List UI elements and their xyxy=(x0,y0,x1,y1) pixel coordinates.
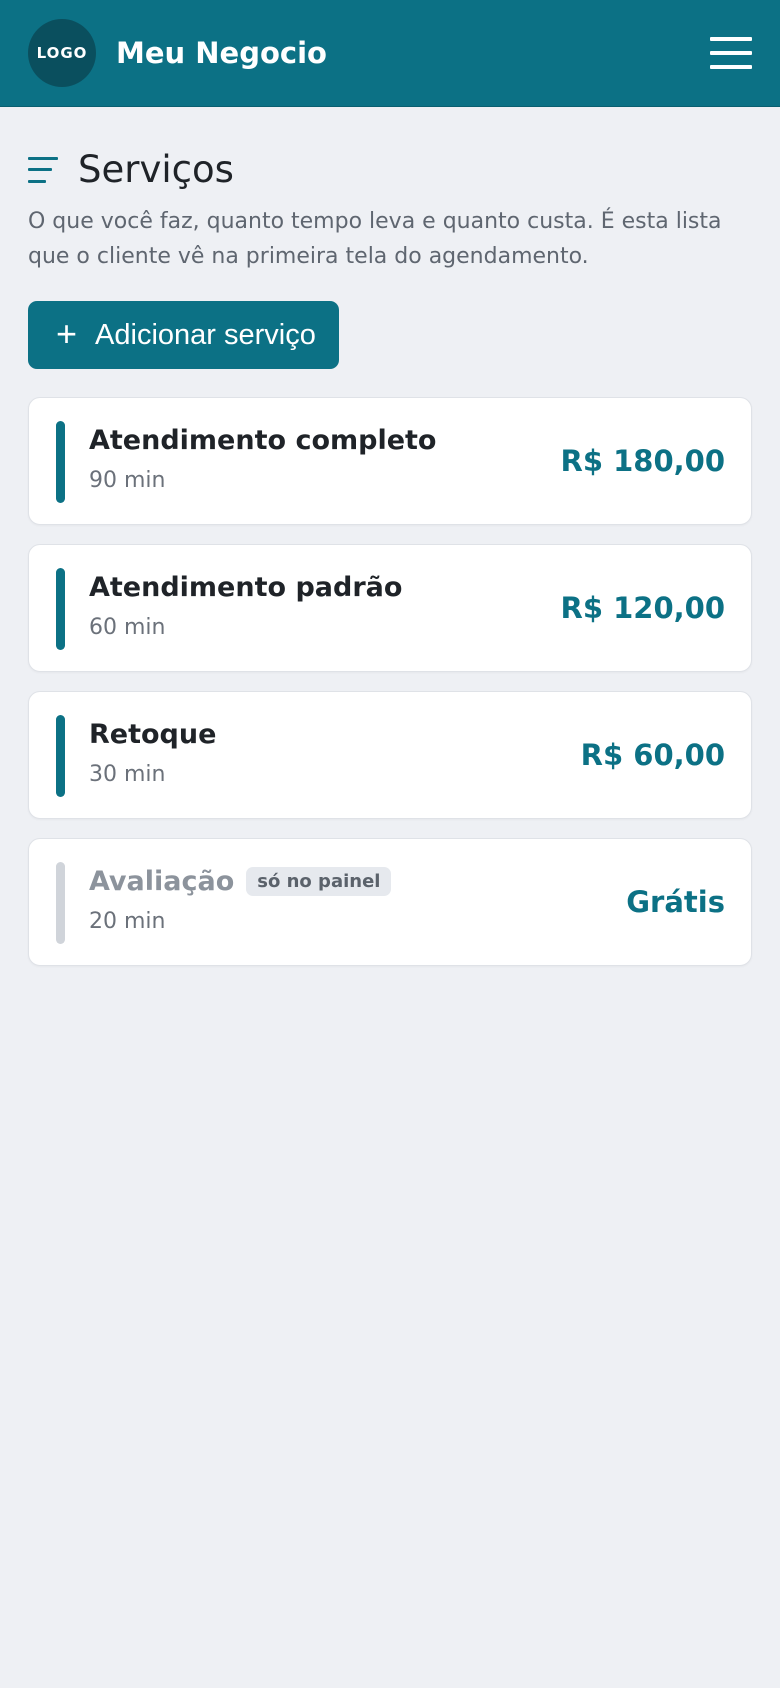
add-service-label: Adicionar serviço xyxy=(95,318,316,351)
services-list: Atendimento completo 90 min R$ 180,00 At… xyxy=(28,397,752,985)
app-header: LOGO Meu Negocio xyxy=(0,0,780,107)
service-card[interactable]: Retoque 30 min R$ 60,00 xyxy=(28,691,752,819)
service-card[interactable]: Atendimento completo 90 min R$ 180,00 xyxy=(28,397,752,525)
logo[interactable]: LOGO xyxy=(28,19,96,87)
service-name: Atendimento padrão xyxy=(89,572,403,603)
status-bar xyxy=(56,715,65,797)
service-duration: 20 min xyxy=(89,909,166,934)
service-card[interactable]: Avaliação só no painel 20 min Grátis xyxy=(28,838,752,966)
add-service-button[interactable]: + Adicionar serviço xyxy=(28,301,339,369)
app-name: Meu Negocio xyxy=(116,36,327,70)
section-header: Serviços xyxy=(28,148,234,191)
visibility-badge: só no painel xyxy=(246,867,392,896)
service-price: R$ 120,00 xyxy=(560,591,725,625)
plus-icon: + xyxy=(56,312,78,354)
service-duration: 90 min xyxy=(89,468,166,493)
status-bar xyxy=(56,568,65,650)
status-bar xyxy=(56,862,65,944)
service-duration: 60 min xyxy=(89,615,166,640)
service-name: Retoque xyxy=(89,719,217,750)
page-description: O que você faz, quanto tempo leva e quan… xyxy=(28,209,722,269)
list-icon xyxy=(28,156,58,183)
service-price: R$ 180,00 xyxy=(560,444,725,478)
service-price: Grátis xyxy=(626,885,725,919)
service-name: Avaliação xyxy=(89,866,235,897)
page-title: Serviços xyxy=(78,148,234,191)
service-name: Atendimento completo xyxy=(89,425,437,456)
service-card[interactable]: Atendimento padrão 60 min R$ 120,00 xyxy=(28,544,752,672)
service-duration: 30 min xyxy=(89,762,166,787)
hamburger-menu-icon[interactable] xyxy=(710,37,752,69)
status-bar xyxy=(56,421,65,503)
service-price: R$ 60,00 xyxy=(580,738,725,772)
